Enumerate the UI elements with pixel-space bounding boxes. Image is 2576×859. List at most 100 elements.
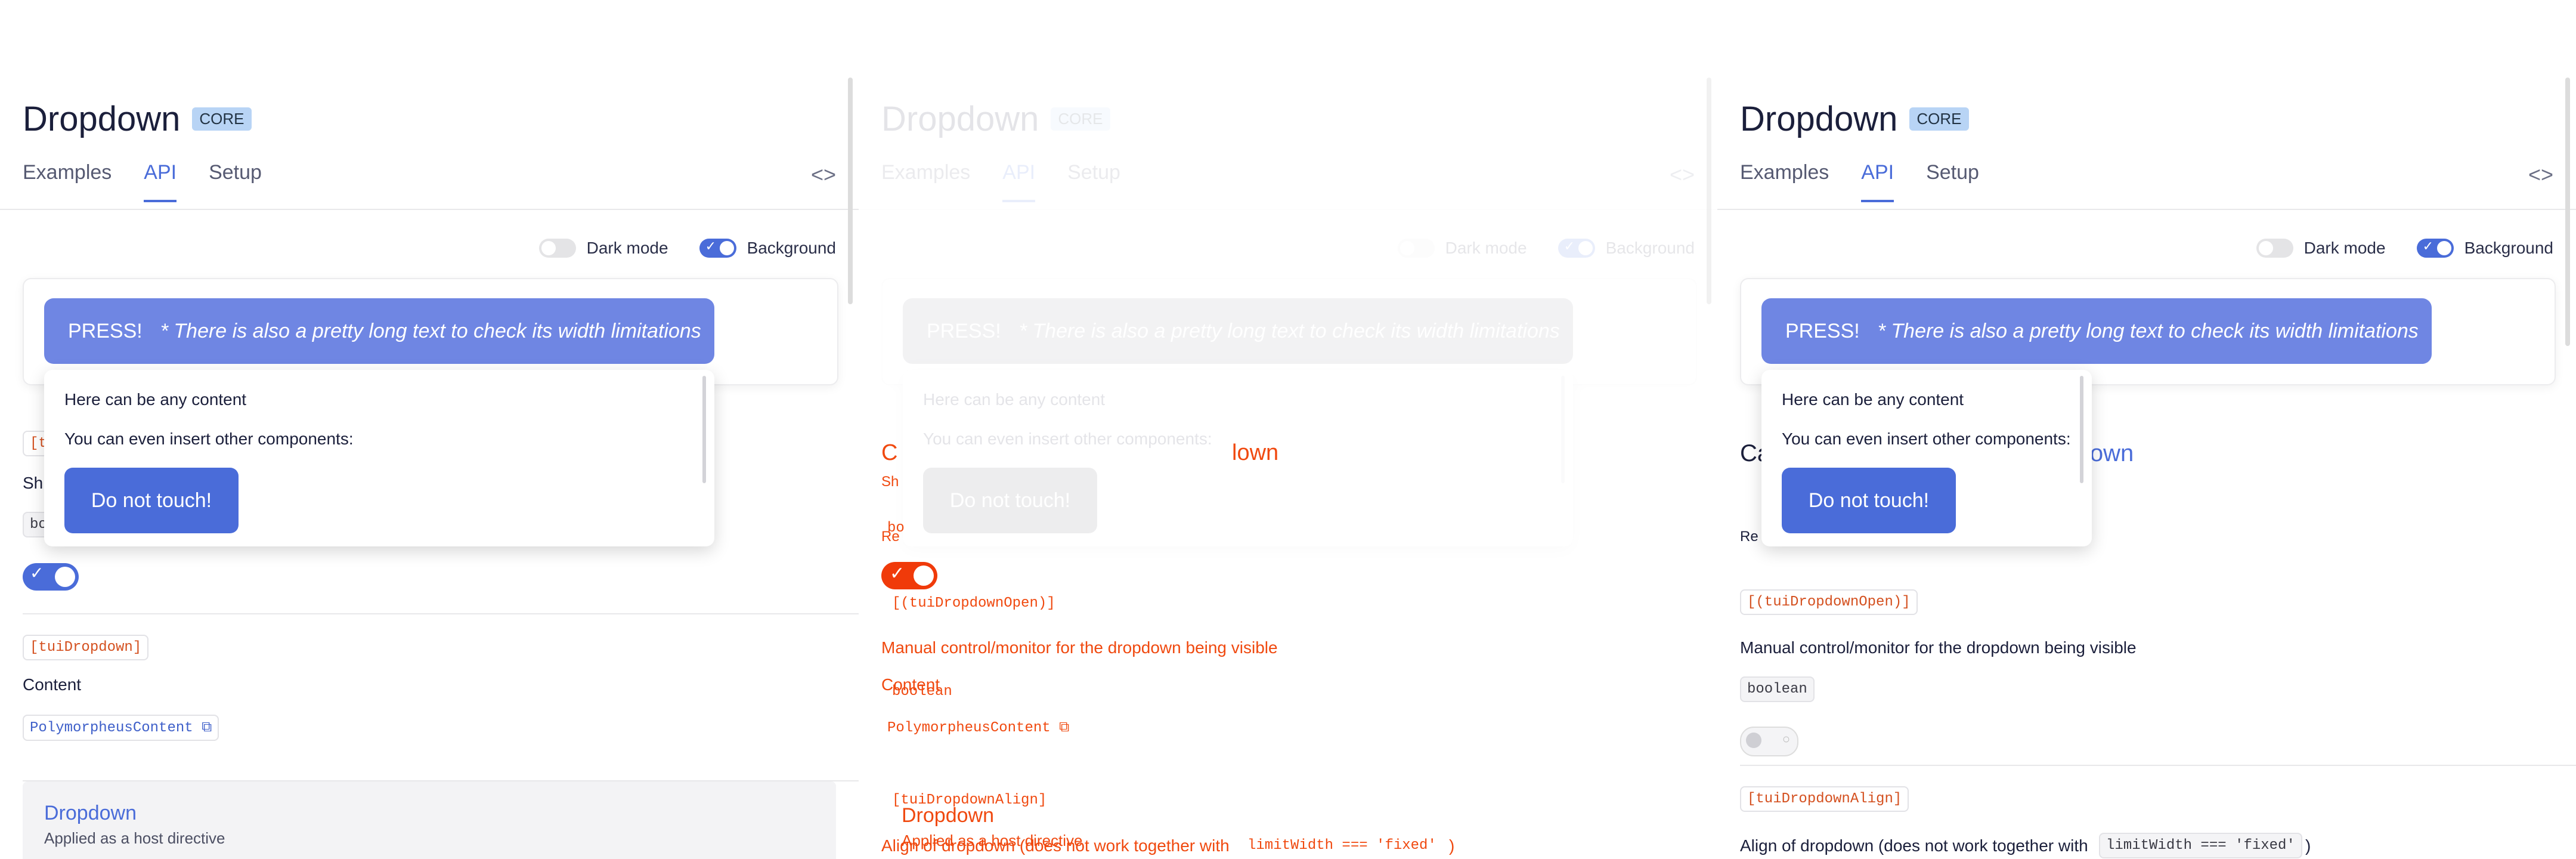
host-subtitle: Applied as a host directive (44, 829, 225, 847)
heading-fragment: C (881, 440, 898, 465)
background-toggle[interactable]: ✓ (699, 239, 736, 258)
panel-middle: Dropdown CORE Examples API Setup <> Dark… (859, 0, 1717, 859)
page-title: Dropdown (23, 100, 181, 138)
align-text: Align of dropdown (does not work togethe… (881, 836, 1230, 855)
panel-right: Dropdown CORE Examples API Setup <> Dark… (1717, 0, 2576, 859)
host-title[interactable]: Dropdown (44, 802, 137, 825)
do-not-touch-button[interactable]: Do not touch! (64, 468, 239, 533)
tab-examples[interactable]: Examples (1740, 161, 1829, 202)
dropdown-panel: Here can be any content You can even ins… (1761, 370, 2092, 546)
background-label: Background (747, 239, 836, 257)
tab-api[interactable]: API (1002, 161, 1036, 202)
row-divider (23, 613, 859, 614)
dark-mode-toggle[interactable] (2256, 239, 2293, 258)
host-directive-card[interactable]: Dropdown Applied as a host directive (23, 781, 836, 859)
dark-mode-label: Dark mode (1445, 239, 1527, 257)
page-title: Dropdown (881, 100, 1039, 138)
tab-examples[interactable]: Examples (881, 161, 970, 202)
background-label: Background (2464, 239, 2553, 257)
partial-text: Sh (23, 474, 44, 492)
limit-code: limitWidth === 'fixed' (1247, 838, 1436, 854)
core-badge: CORE (1909, 107, 1969, 131)
view-toggles: Dark mode ✓ Background (1397, 239, 1695, 258)
bool-code: boolean (892, 684, 952, 700)
dropdown-text: You can even insert other components: (923, 430, 1212, 448)
align-code: [tuiDropdownAlign] (1740, 786, 1909, 812)
panel-scrollbar[interactable] (1707, 78, 1711, 304)
tab-setup[interactable]: Setup (1926, 161, 1979, 202)
header-divider (0, 209, 859, 210)
close-paren: ) (2305, 836, 2311, 855)
page-header: Dropdown CORE (881, 99, 1110, 139)
panel-scrollbar[interactable] (2565, 78, 2570, 346)
tab-bar: Examples API Setup (881, 161, 1120, 202)
do-not-touch-button[interactable]: Do not touch! (1782, 468, 1956, 533)
overlay-text: Re (881, 529, 900, 545)
open-code: [(tuiDropdownOpen)] (892, 595, 1055, 611)
page-title: Dropdown (1740, 100, 1898, 138)
do-not-touch-button[interactable]: Do not touch! (923, 468, 1097, 533)
page-header: Dropdown CORE (1740, 99, 1969, 139)
content-type-link[interactable]: PolymorpheusContent ⧉ (23, 715, 219, 741)
press-label: PRESS! (1785, 319, 1860, 342)
close-paren: ) (1449, 836, 1455, 855)
dark-mode-toggle[interactable] (538, 239, 576, 258)
tab-api[interactable]: API (144, 161, 177, 202)
scrollbar[interactable] (702, 376, 706, 483)
press-label: PRESS! (927, 319, 1001, 342)
open-toggle[interactable]: ✓ (881, 562, 937, 589)
open-toggle[interactable]: ○ (1740, 727, 1798, 756)
background-label: Background (1605, 239, 1695, 257)
dropdown-text: You can even insert other components: (64, 430, 354, 448)
core-badge: CORE (1051, 107, 1110, 131)
press-label: PRESS! (68, 319, 143, 342)
dropdown-panel: Here can be any content You can even ins… (44, 370, 714, 546)
external-link-icon: ⧉ (1059, 720, 1070, 736)
press-button[interactable]: PRESS! * There is also a pretty long tex… (903, 298, 1573, 364)
row-divider (1740, 765, 2576, 766)
content-label: Content (23, 675, 82, 694)
page-header: Dropdown CORE (23, 99, 252, 139)
scrollbar[interactable] (1561, 376, 1565, 483)
dropdown-text: Here can be any content (1782, 390, 1964, 409)
core-badge: CORE (192, 107, 252, 131)
heading-fragment: lown (1232, 440, 1279, 465)
heading-fragment: lown (2085, 440, 2134, 466)
tab-bar: Examples API Setup (23, 161, 262, 202)
scrollbar[interactable] (2080, 376, 2083, 483)
header-divider (1717, 209, 2576, 210)
press-note: * There is also a pretty long text to ch… (160, 319, 701, 342)
external-link-icon: ⧉ (202, 720, 212, 736)
tab-examples[interactable]: Examples (23, 161, 112, 202)
code-brackets-icon[interactable]: <> (811, 162, 836, 187)
press-note: * There is also a pretty long text to ch… (1018, 319, 1560, 342)
press-button[interactable]: PRESS! * There is also a pretty long tex… (1761, 298, 2432, 364)
code-brackets-icon[interactable]: <> (1670, 162, 1695, 187)
press-note: * There is also a pretty long text to ch… (1877, 319, 2419, 342)
tab-api[interactable]: API (1861, 161, 1894, 202)
align-text: Align of dropdown (does not work togethe… (1740, 836, 2088, 855)
header-divider (859, 209, 1717, 210)
tab-setup[interactable]: Setup (209, 161, 262, 202)
panel-scrollbar[interactable] (848, 78, 853, 304)
press-button[interactable]: PRESS! * There is also a pretty long tex… (44, 298, 714, 364)
content-type-link[interactable]: PolymorpheusContent ⧉ (887, 719, 1069, 736)
dropdown-text: Here can be any content (64, 390, 247, 409)
partial-text: Re (1740, 529, 1758, 545)
code-brackets-icon[interactable]: <> (2528, 162, 2553, 187)
dark-mode-label: Dark mode (2303, 239, 2386, 257)
overlay-text: Sh (881, 474, 899, 490)
dropdown-text: You can even insert other components: (1782, 430, 2071, 448)
dark-mode-label: Dark mode (586, 239, 668, 257)
background-toggle[interactable]: ✓ (1558, 239, 1595, 258)
background-toggle[interactable]: ✓ (2416, 239, 2454, 258)
dark-mode-toggle[interactable] (1397, 239, 1435, 258)
view-toggles: Dark mode ✓ Background (2256, 239, 2553, 258)
panel-left: Dropdown CORE Examples API Setup <> Dark… (0, 0, 859, 859)
dropdown-word: Dropdown (902, 804, 994, 827)
dropdown-text: Here can be any content (923, 390, 1106, 409)
open-toggle[interactable]: ✓ (23, 563, 79, 591)
tab-setup[interactable]: Setup (1067, 161, 1120, 202)
tab-bar: Examples API Setup (1740, 161, 1979, 202)
limit-code: limitWidth === 'fixed' (2099, 833, 2302, 858)
